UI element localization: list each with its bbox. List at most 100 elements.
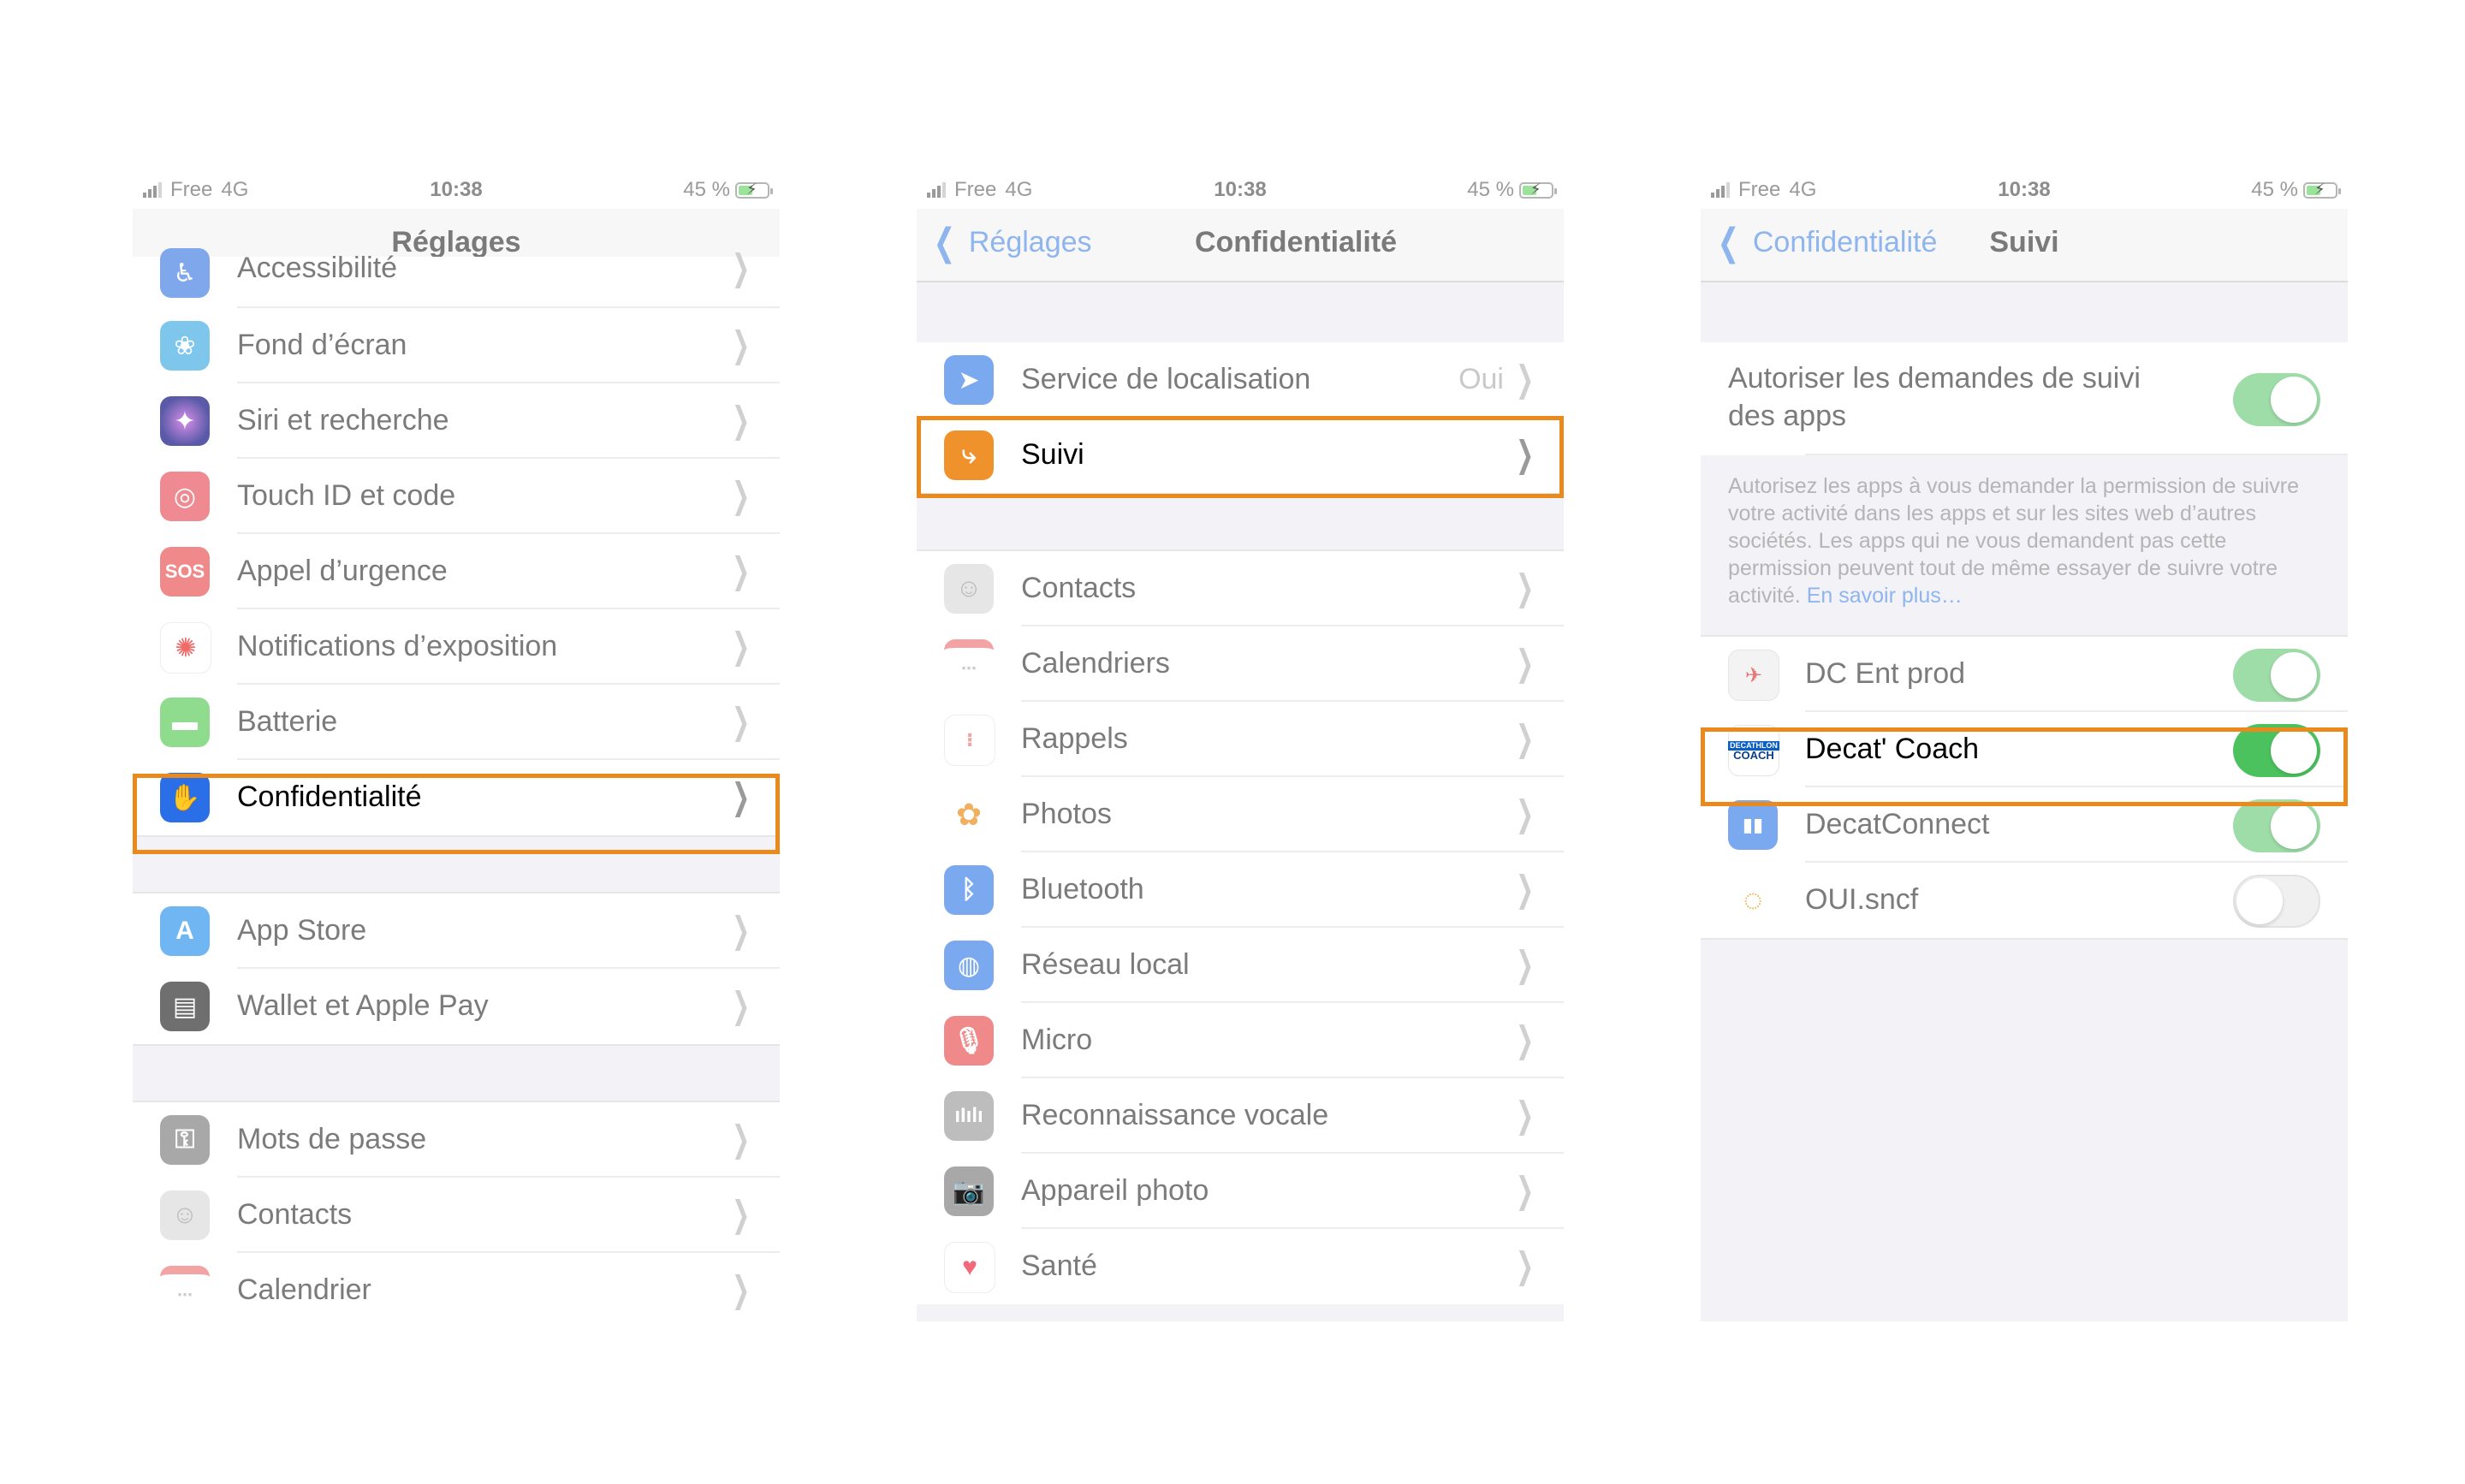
allow-tracking-toggle[interactable]: [2233, 373, 2320, 426]
settings-item-touch-id[interactable]: ◎ Touch ID et code ❯: [133, 459, 780, 534]
chevron-right-icon: ❯: [1515, 434, 1534, 474]
settings-item-battery[interactable]: ▬ Batterie ❯: [133, 685, 780, 760]
privacy-item-bluetooth[interactable]: ᛒ Bluetooth ❯: [917, 852, 1564, 928]
settings-item-label: Photos: [1021, 798, 1112, 830]
page-title: Suivi: [1989, 226, 2059, 258]
settings-item-label: Suivi: [1021, 438, 1084, 471]
settings-item-exposure[interactable]: ✺ Notifications d’exposition ❯: [133, 609, 780, 685]
settings-item-label: Siri et recherche: [237, 404, 449, 436]
oui-sncf-app-icon: ◌: [1728, 876, 1778, 925]
allow-tracking-label-line2: des apps: [1728, 400, 1846, 432]
calendar-icon: ⋯: [944, 639, 994, 689]
privacy-item-camera[interactable]: 📷 Appareil photo ❯: [917, 1154, 1564, 1229]
privacy-item-health[interactable]: ♥ Santé ❯: [917, 1229, 1564, 1304]
settings-item-label: Contacts: [237, 1198, 353, 1231]
tracking-icon: ⤷: [944, 430, 994, 480]
chevron-right-icon: ❯: [1515, 718, 1534, 758]
chevron-left-icon: ❮: [933, 221, 956, 264]
settings-item-passwords[interactable]: ⚿ Mots de passe ❯: [133, 1102, 780, 1178]
privacy-item-reminders[interactable]: ⁝ Rappels ❯: [917, 702, 1564, 777]
chevron-right-icon: ❯: [1515, 1170, 1534, 1210]
settings-item-calendar[interactable]: ⋯ Calendrier ❯: [133, 1253, 780, 1321]
settings-item-label: Reconnaissance vocale: [1021, 1099, 1329, 1131]
navigation-bar: ❮ Confidentialité Suivi: [1701, 209, 2348, 282]
contacts-icon: ☺: [160, 1190, 210, 1240]
settings-item-label: Calendriers: [1021, 647, 1170, 680]
settings-item-label: Confidentialité: [237, 781, 422, 813]
app-store-icon: A: [160, 906, 210, 956]
settings-item-label: Calendrier: [237, 1273, 371, 1306]
settings-item-label: Appel d’urgence: [237, 555, 448, 587]
app-label: DC Ent prod: [1805, 657, 1966, 690]
chevron-right-icon: ❯: [731, 985, 750, 1025]
reminders-icon: ⁝: [944, 715, 995, 766]
decatconnect-app-icon: ▮▮: [1728, 800, 1778, 850]
settings-item-label: Micro: [1021, 1024, 1093, 1056]
settings-item-label: App Store: [237, 914, 367, 947]
waveform-icon: ıIılı: [944, 1091, 994, 1141]
settings-item-siri[interactable]: ✦ Siri et recherche ❯: [133, 383, 780, 459]
chevron-right-icon: ❯: [731, 776, 750, 816]
settings-item-tracking[interactable]: ⤷ Suivi ❯: [917, 418, 1564, 493]
sos-icon: SOS: [160, 547, 210, 597]
settings-item-label: Contacts: [1021, 572, 1137, 604]
coach-logo-text: COACH: [1733, 749, 1774, 762]
settings-item-emergency[interactable]: SOS Appel d’urgence ❯: [133, 534, 780, 609]
settings-item-contacts[interactable]: ☺ Contacts ❯: [133, 1178, 780, 1253]
settings-item-label: Wallet et Apple Pay: [237, 989, 489, 1022]
privacy-item-speech-recognition[interactable]: ıIılı Reconnaissance vocale ❯: [917, 1078, 1564, 1154]
app-label: OUI.sncf: [1805, 883, 1919, 916]
privacy-screen: Free 4G 10:38 45 % ⚡ ❮ Réglages Confiden…: [917, 171, 1564, 1321]
settings-screen: Free 4G 10:38 45 % ⚡ Réglages ♿ Accessib…: [133, 171, 780, 1321]
section-separator: [133, 1044, 780, 1102]
chevron-right-icon: ❯: [1515, 869, 1534, 909]
chevron-right-icon: ❯: [731, 1269, 750, 1309]
dc-ent-prod-app-icon: ✈: [1728, 650, 1779, 701]
privacy-item-microphone[interactable]: 🎙 Micro ❯: [917, 1003, 1564, 1078]
privacy-item-local-network[interactable]: ◍ Réseau local ❯: [917, 928, 1564, 1003]
allow-tracking-label: Autoriser les demandes de suivi des apps: [1728, 359, 2141, 435]
chevron-right-icon: ❯: [1515, 1245, 1534, 1285]
settings-item-label: Service de localisation: [1021, 363, 1311, 395]
privacy-item-photos[interactable]: ✿ Photos ❯: [917, 777, 1564, 852]
page-title: Confidentialité: [1194, 226, 1398, 258]
settings-item-wallpaper[interactable]: ❀ Fond d’écran ❯: [133, 308, 780, 383]
settings-item-label: Santé: [1021, 1250, 1097, 1282]
settings-item-accessibility[interactable]: ♿ Accessibilité ❯: [133, 247, 780, 308]
chevron-right-icon: ❯: [1515, 567, 1534, 608]
settings-item-privacy[interactable]: ✋ Confidentialité ❯: [133, 760, 780, 835]
privacy-item-contacts[interactable]: ☺ Contacts ❯: [917, 551, 1564, 626]
wallpaper-icon: ❀: [160, 321, 210, 371]
settings-item-app-store[interactable]: A App Store ❯: [133, 893, 780, 969]
settings-item-label: Touch ID et code: [237, 479, 456, 512]
battery-percent: 45 %: [2251, 178, 2298, 201]
fingerprint-icon: ◎: [160, 472, 210, 521]
dc-ent-prod-toggle[interactable]: [2233, 649, 2320, 702]
chevron-right-icon: ❯: [731, 324, 750, 365]
settings-item-location[interactable]: ➤ Service de localisation Oui ❯: [917, 342, 1564, 418]
chevron-right-icon: ❯: [731, 626, 750, 666]
chevron-right-icon: ❯: [1515, 643, 1534, 683]
settings-item-label: Mots de passe: [237, 1123, 427, 1155]
hand-icon: ✋: [160, 773, 210, 822]
app-row-dc-ent-prod: ✈ DC Ent prod: [1701, 635, 2348, 712]
app-label: DecatConnect: [1805, 808, 1990, 840]
decatconnect-toggle[interactable]: [2233, 799, 2320, 852]
settings-item-wallet[interactable]: ▤ Wallet et Apple Pay ❯: [133, 969, 780, 1044]
battery-icon: ⚡: [735, 181, 773, 199]
battery-icon: ▬: [160, 697, 210, 747]
oui-sncf-toggle[interactable]: [2233, 875, 2320, 928]
contacts-icon: ☺: [944, 564, 994, 614]
learn-more-link[interactable]: En savoir plus…: [1807, 584, 1963, 608]
chevron-right-icon: ❯: [1515, 1095, 1534, 1135]
accessibility-icon: ♿: [160, 248, 210, 298]
chevron-right-icon: ❯: [1515, 793, 1534, 834]
section-separator: [917, 493, 1564, 551]
privacy-item-calendars[interactable]: ⋯ Calendriers ❯: [917, 626, 1564, 702]
battery-icon: ⚡: [2303, 181, 2341, 199]
decat-coach-toggle[interactable]: [2233, 724, 2320, 777]
tracking-screen: Free 4G 10:38 45 % ⚡ ❮ Confidentialité S…: [1701, 171, 2348, 1321]
settings-item-label: Rappels: [1021, 722, 1128, 755]
chevron-right-icon: ❯: [731, 550, 750, 591]
settings-item-label: Batterie: [237, 705, 338, 738]
